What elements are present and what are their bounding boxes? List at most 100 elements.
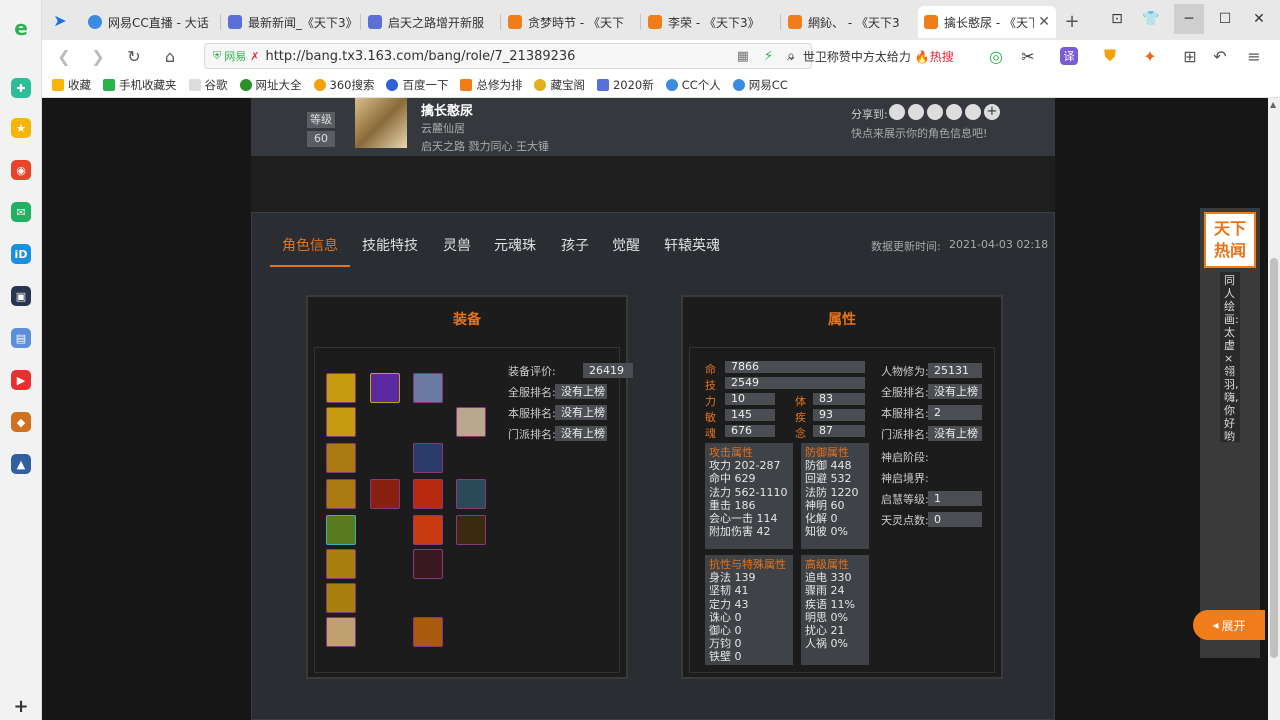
shield-icon[interactable]: ⛊ — [1100, 46, 1120, 66]
bookmark-item[interactable]: 收藏 — [52, 77, 91, 93]
tab-xuanyuan[interactable]: 轩辕英魂 — [664, 235, 720, 255]
equipment-slot[interactable] — [326, 373, 356, 403]
close-window-button[interactable]: ✕ — [1244, 4, 1274, 34]
equipment-slot[interactable] — [370, 479, 400, 509]
share-more-icon[interactable]: + — [984, 104, 1000, 120]
equipment-slot[interactable] — [413, 443, 443, 473]
bookmark-item[interactable]: 2020新 — [596, 77, 654, 93]
equipment-slot[interactable] — [456, 479, 486, 509]
search-box[interactable]: ⌕ 世卫称赞中方太给力 🔥热搜 — [787, 43, 972, 69]
minimize-button[interactable]: ─ — [1174, 4, 1204, 34]
apps-grid-icon[interactable]: ⊞ — [1180, 46, 1200, 66]
equipment-slot[interactable] — [370, 373, 400, 403]
equipment-slot[interactable] — [326, 479, 356, 509]
weibo-icon[interactable]: ◉ — [11, 160, 31, 180]
scroll-thumb[interactable] — [1270, 258, 1278, 658]
news-header: 天下 热闻 — [1204, 212, 1256, 268]
address-bar[interactable]: ⛨ 网易 ✗ http://bang.tx3.163.com/bang/role… — [204, 43, 812, 69]
page-scrollbar[interactable]: ▲ — [1268, 98, 1280, 720]
wechat-icon[interactable]: ◎ — [986, 46, 1006, 66]
news-text[interactable]: 同人绘画:太虚×翎羽,嗨,你好哟 — [1220, 272, 1240, 443]
news-float-panel[interactable]: 天下 热闻 同人绘画:太虚×翎羽,嗨,你好哟 — [1200, 208, 1260, 658]
close-tab-icon[interactable]: ✕ — [1038, 14, 1050, 30]
tab-role-3[interactable]: 網鈊、 - 《天下3 — [782, 6, 920, 38]
tab-skills[interactable]: 技能特技 — [362, 235, 418, 255]
reload-icon[interactable]: ↻ — [124, 46, 144, 66]
equip-score-label: 装备评价: — [508, 365, 556, 378]
translate-icon[interactable]: 译 — [1060, 47, 1078, 65]
expand-button[interactable]: ◂ 展开 — [1193, 610, 1265, 640]
mail-icon[interactable]: ✉ — [11, 202, 31, 222]
tab-soul-orbs[interactable]: 元魂珠 — [494, 235, 536, 255]
equipment-slot[interactable] — [326, 407, 356, 437]
scissors-icon[interactable]: ✂ — [1018, 46, 1038, 66]
bookmark-item[interactable]: 网址大全 — [239, 77, 302, 93]
tab-role-info[interactable]: 角色信息 — [282, 235, 338, 255]
defense-title: 防御属性 — [805, 446, 849, 459]
equipment-slot[interactable] — [326, 549, 356, 579]
bookmark-label: 藏宝阁 — [550, 77, 585, 92]
equipment-slot[interactable] — [413, 373, 443, 403]
equipment-slot[interactable] — [456, 515, 486, 545]
equipment-slot[interactable] — [326, 443, 356, 473]
document-icon[interactable]: ▤ — [11, 328, 31, 348]
tab-awakening[interactable]: 觉醒 — [612, 235, 640, 255]
id-app-icon[interactable]: iD — [11, 244, 31, 264]
bookmark-item[interactable]: 360搜索 — [313, 77, 374, 93]
bookmark-item[interactable]: 手机收藏夹 — [103, 77, 177, 93]
tab-list-icon[interactable]: ⊡ — [1102, 4, 1132, 34]
game-app-icon[interactable]: ▣ — [11, 286, 31, 306]
equipment-slot[interactable] — [413, 515, 443, 545]
browser-logo-icon[interactable]: e — [11, 16, 31, 40]
skin-icon[interactable]: 👕 — [1136, 4, 1166, 34]
add-sidebar-icon[interactable]: + — [11, 696, 31, 717]
page-grid-icon[interactable]: ▦ — [737, 49, 749, 64]
home-icon[interactable]: ⌂ — [160, 46, 180, 66]
equipment-slot[interactable] — [456, 407, 486, 437]
tab-cc-live[interactable]: 网易CC直播 - 大话 — [82, 6, 220, 38]
tab-role-active[interactable]: 擒长憨尿 - 《天下 ✕ — [918, 6, 1056, 38]
bookmark-item[interactable]: 谷歌 — [188, 77, 228, 93]
equipment-slot[interactable] — [413, 479, 443, 509]
bookmark-item[interactable]: 总修为排 — [460, 77, 522, 93]
menu-icon[interactable]: ≡ — [1244, 46, 1264, 66]
scroll-up-icon[interactable]: ▲ — [1270, 100, 1276, 109]
equipment-slot[interactable] — [326, 583, 356, 613]
attack-line: 重击 186 — [709, 498, 756, 512]
share-qq-icon[interactable] — [908, 104, 924, 120]
tab-news[interactable]: 最新新闻_《天下3》 — [222, 6, 360, 38]
speed-icon[interactable]: ⚡ — [764, 49, 773, 64]
bookmark-item[interactable]: CC个人 — [665, 77, 721, 93]
share-weibo-icon[interactable] — [889, 104, 905, 120]
share-renren-icon[interactable] — [965, 104, 981, 120]
new-tab-button[interactable]: + — [1062, 11, 1082, 32]
game-extension-icon[interactable]: ✦ — [1140, 46, 1160, 66]
tab-role-1[interactable]: 贪梦時节 - 《天下 — [502, 6, 640, 38]
tab-role-2[interactable]: 李荣 - 《天下3》 — [642, 6, 780, 38]
skill-value: 2549 — [725, 377, 865, 389]
bookmark-item[interactable]: 藏宝阁 — [534, 77, 585, 93]
navigate-icon[interactable]: ➤ — [50, 10, 70, 30]
equipment-slot[interactable] — [326, 617, 356, 647]
video-app-icon[interactable]: ▶ — [11, 370, 31, 390]
equipment-slot[interactable] — [413, 617, 443, 647]
undo-icon[interactable]: ↶ — [1210, 46, 1230, 66]
forward-icon[interactable]: ❯ — [88, 46, 108, 66]
tab-children[interactable]: 孩子 — [561, 235, 589, 255]
castle-game-icon[interactable]: ▲ — [11, 454, 31, 474]
side-label: 全服排名: — [881, 386, 929, 399]
game-icon[interactable]: ◆ — [11, 412, 31, 432]
star-app-icon[interactable]: ★ — [11, 118, 31, 138]
tab-pets[interactable]: 灵兽 — [443, 235, 471, 255]
share-qzone-icon[interactable] — [946, 104, 962, 120]
bookmark-item[interactable]: 网易CC — [732, 77, 788, 93]
bookmark-item[interactable]: 百度一下 — [386, 77, 448, 93]
equipment-slot[interactable] — [413, 549, 443, 579]
url-text[interactable]: http://bang.tx3.163.com/bang/role/7_2138… — [265, 49, 575, 64]
share-yixin-icon[interactable] — [927, 104, 943, 120]
plus-app-icon[interactable]: ✚ — [11, 78, 31, 98]
tab-qitian[interactable]: 启天之路增开新服 — [362, 6, 500, 38]
back-icon[interactable]: ❮ — [54, 46, 74, 66]
maximize-button[interactable]: ☐ — [1210, 4, 1240, 34]
equipment-slot[interactable] — [326, 515, 356, 545]
